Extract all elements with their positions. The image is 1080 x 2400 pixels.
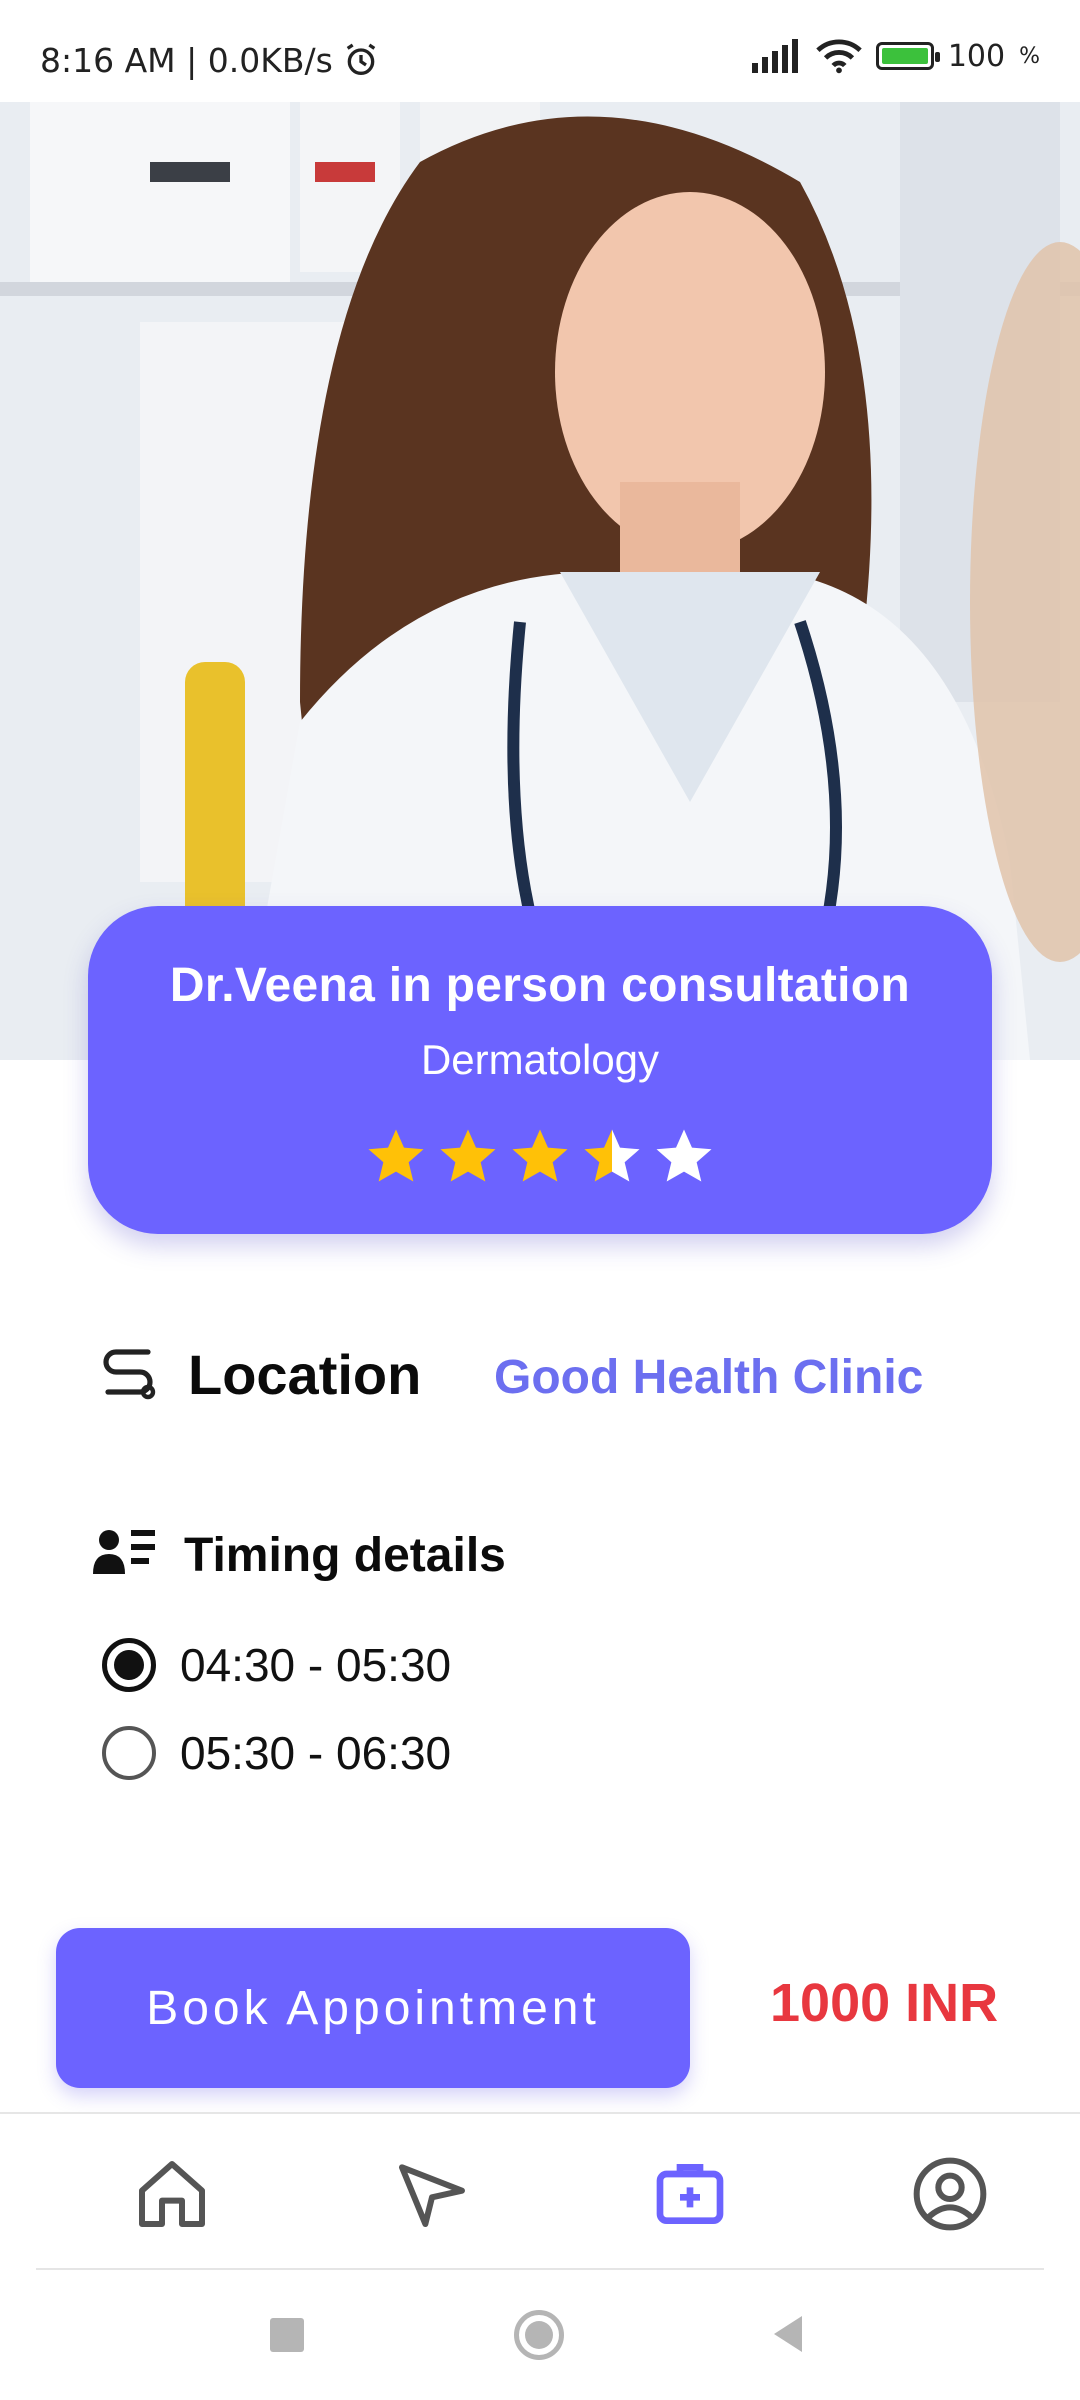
send-icon[interactable] — [392, 2154, 472, 2234]
status-left: 8:16 AM | 0.0KB/s — [40, 40, 381, 80]
book-appointment-button[interactable]: Book Appointment — [56, 1928, 690, 2088]
home-circle-icon[interactable] — [514, 2310, 564, 2360]
recents-icon[interactable] — [270, 2318, 304, 2352]
timing-option-label: 04:30 - 05:30 — [180, 1639, 452, 1691]
star-icon — [440, 1129, 496, 1182]
star-icon — [512, 1129, 568, 1182]
home-icon[interactable] — [132, 2154, 212, 2234]
doctor-name: Dr.Veena in person consultation — [169, 959, 911, 1012]
system-navigation — [0, 2272, 1080, 2400]
star-icon — [368, 1129, 424, 1182]
location-label: Location — [188, 1343, 422, 1406]
rating-stars — [88, 1124, 992, 1190]
doctor-info-card: Dr.Veena in person consultation Dermatol… — [88, 906, 992, 1234]
timing-option[interactable]: 05:30 - 06:30 — [102, 1718, 451, 1788]
timing-option-label: 05:30 - 06:30 — [180, 1727, 452, 1779]
radio-unselected[interactable] — [102, 1726, 156, 1780]
doctor-specialty: Dermatology — [420, 1036, 660, 1083]
profile-icon[interactable] — [910, 2154, 990, 2234]
route-icon — [103, 1349, 156, 1400]
timing-list-icon — [93, 1530, 155, 1574]
empty-star-icon — [656, 1129, 712, 1182]
status-time: 8:16 AM | 0.0KB/s — [40, 40, 333, 80]
back-icon[interactable] — [770, 2314, 806, 2354]
signal-icon — [751, 39, 798, 73]
timing-title: Timing details — [184, 1529, 506, 1582]
half-star-icon — [584, 1129, 640, 1182]
bottom-navigation — [0, 2112, 1080, 2274]
battery-level: 100 — [947, 38, 1006, 74]
price-label: 1000 INR — [770, 1973, 999, 2033]
status-right: 100% — [751, 38, 1040, 74]
location-row: Location Good Health Clinic — [96, 1320, 996, 1420]
timing-option[interactable]: 04:30 - 05:30 — [102, 1630, 451, 1700]
status-bar: 8:16 AM | 0.0KB/s 100% — [0, 0, 1080, 102]
location-value[interactable]: Good Health Clinic — [494, 1350, 923, 1405]
medical-kit-icon[interactable] — [650, 2154, 730, 2234]
alarm-icon — [346, 43, 376, 75]
battery-charging-icon — [875, 42, 940, 70]
wifi-icon — [816, 39, 862, 74]
radio-selected[interactable] — [102, 1638, 156, 1692]
nav-divider — [36, 2268, 1044, 2270]
